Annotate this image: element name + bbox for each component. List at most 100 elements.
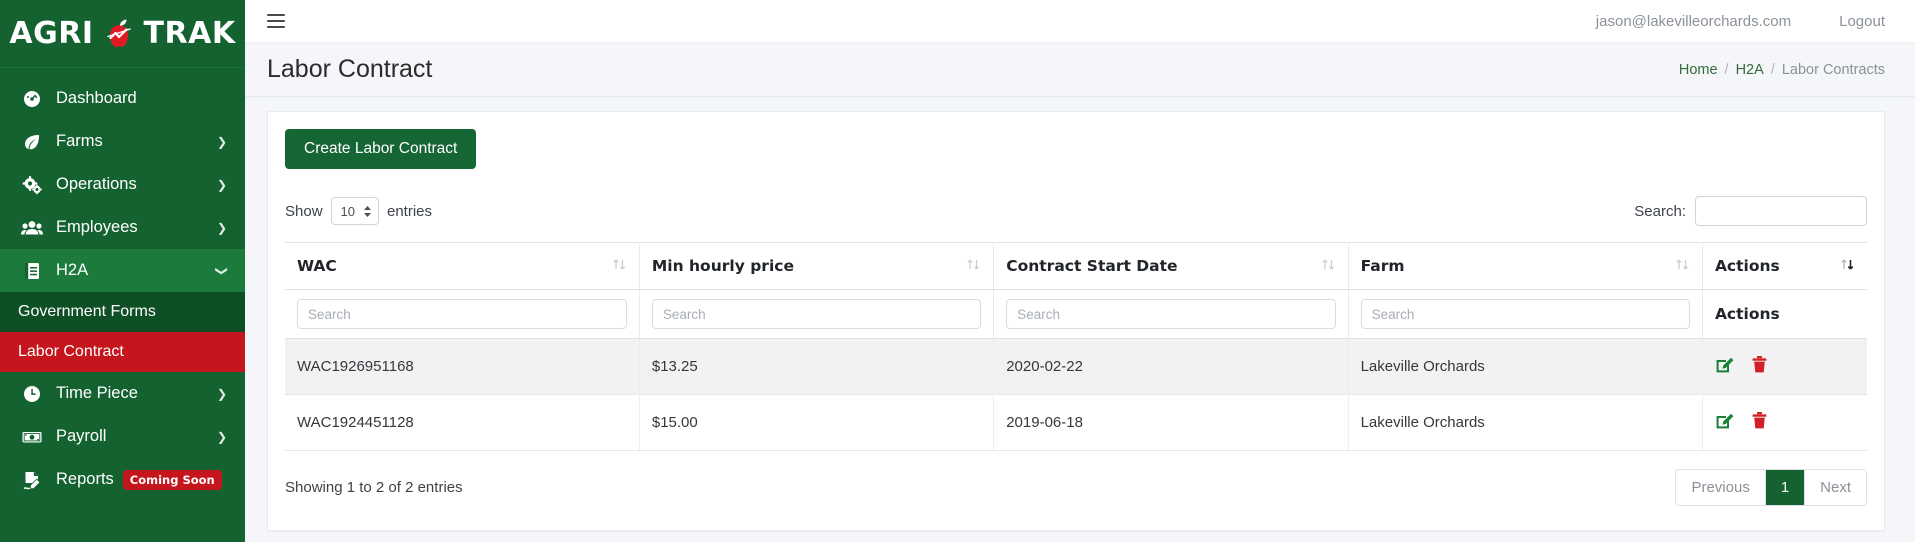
sidebar-item-label: Dashboard (56, 89, 137, 107)
brand-text: AGRI TRAK (9, 16, 235, 52)
sidebar-item-label: Time Piece (56, 384, 138, 402)
sidebar-subitem-labor-contract[interactable]: Labor Contract (0, 332, 245, 372)
main-area: jason@lakevilleorchards.com Logout Labor… (245, 0, 1915, 542)
sidebar-subitem-label: Labor Contract (18, 343, 124, 360)
filter-input-min-hourly-price[interactable] (651, 299, 982, 329)
pagination-next[interactable]: Next (1805, 470, 1866, 505)
page-length-select[interactable]: 10 (330, 197, 379, 225)
filter-input-wac[interactable] (297, 299, 627, 329)
chevron-right-icon: ❯ (216, 220, 227, 235)
breadcrumb-separator: / (1724, 61, 1729, 78)
filter-cell-contract-start-date (993, 289, 1349, 339)
leaf-icon (18, 132, 46, 152)
search-label: Search: (1634, 202, 1686, 220)
pagination-page-1[interactable]: 1 (1765, 470, 1806, 505)
clock-icon (18, 384, 46, 404)
sidebar-item-label: H2A (56, 261, 89, 279)
sidebar-item-h2a[interactable]: H2A ❯ (0, 249, 245, 292)
chevron-down-icon: ❯ (214, 265, 229, 276)
breadcrumb-h2a[interactable]: H2A (1736, 62, 1764, 78)
sidebar-item-reports[interactable]: Reports Coming Soon (0, 458, 245, 501)
logout-link[interactable]: Logout (1839, 13, 1885, 30)
sidebar-item-label: Farms (56, 132, 103, 150)
cell-contract-start-date: 2019-06-18 (993, 394, 1349, 451)
breadcrumb: Home / H2A / Labor Contracts (1679, 62, 1885, 78)
table-controls: Show 10 entries Search: (285, 196, 1867, 226)
cell-contract-start-date: 2020-02-22 (993, 338, 1349, 395)
filter-cell-min-hourly-price (639, 289, 995, 339)
column-header-farm[interactable]: Farm (1348, 242, 1703, 290)
filter-cell-wac (285, 289, 640, 339)
file-signature-icon (18, 470, 46, 490)
pagination: Previous 1 Next (1675, 469, 1867, 506)
filter-input-contract-start-date[interactable] (1006, 299, 1336, 329)
page-title: Labor Contract (267, 55, 433, 83)
breadcrumb-home[interactable]: Home (1679, 62, 1718, 78)
topbar-right: jason@lakevilleorchards.com Logout (1596, 13, 1885, 30)
column-label: Contract Start Date (1006, 257, 1178, 275)
create-labor-contract-button[interactable]: Create Labor Contract (285, 129, 477, 169)
page-length-value: 10 (340, 203, 355, 219)
sidebar-item-payroll[interactable]: Payroll ❯ (0, 415, 245, 458)
table-info: Showing 1 to 2 of 2 entries (285, 479, 463, 496)
book-icon (18, 261, 46, 281)
breadcrumb-current: Labor Contracts (1781, 61, 1885, 78)
money-bill-icon (18, 427, 46, 447)
cell-farm: Lakeville Orchards (1348, 394, 1703, 451)
sidebar: AGRI TRAK Dashboard Farms ❯ Operations ❯… (0, 0, 245, 542)
chevron-right-icon: ❯ (216, 134, 227, 149)
cell-min-hourly-price: $15.00 (639, 394, 995, 451)
trash-icon[interactable] (1751, 355, 1768, 378)
sidebar-item-farms[interactable]: Farms ❯ (0, 120, 245, 163)
filter-actions-label: Actions (1714, 304, 1780, 323)
table-head: WAC Min hourly price Contract Start Date… (285, 242, 1867, 339)
labor-contracts-table: WAC Min hourly price Contract Start Date… (285, 242, 1867, 451)
page-header: Labor Contract Home / H2A / Labor Contra… (245, 43, 1915, 97)
brand-logo[interactable]: AGRI TRAK (0, 0, 245, 68)
sidebar-item-employees[interactable]: Employees ❯ (0, 206, 245, 249)
pagination-previous[interactable]: Previous (1676, 470, 1766, 505)
column-header-contract-start-date[interactable]: Contract Start Date (993, 242, 1349, 290)
column-header-min-hourly-price[interactable]: Min hourly price (639, 242, 995, 290)
brand-name-agri: AGRI (9, 16, 94, 51)
content-area: Create Labor Contract Show 10 entries Se… (245, 97, 1915, 542)
sidebar-item-operations[interactable]: Operations ❯ (0, 163, 245, 206)
column-label: Min hourly price (651, 257, 794, 275)
column-header-wac[interactable]: WAC (285, 242, 640, 290)
sort-icon-descending (1840, 258, 1855, 275)
cell-wac: WAC1924451128 (285, 394, 640, 451)
table-row[interactable]: WAC1926951168 $13.25 2020-02-22 Lakevill… (285, 338, 1867, 395)
edit-pencil-icon[interactable] (1715, 355, 1734, 378)
trash-icon[interactable] (1751, 411, 1768, 434)
table-footer: Showing 1 to 2 of 2 entries Previous 1 N… (285, 469, 1867, 506)
filter-input-farm[interactable] (1360, 299, 1690, 329)
entries-length-control: Show 10 entries (285, 197, 432, 225)
gears-icon (18, 175, 46, 195)
edit-pencil-icon[interactable] (1715, 411, 1734, 434)
table-row[interactable]: WAC1924451128 $15.00 2019-06-18 Lakevill… (285, 394, 1867, 451)
sidebar-subitem-government-forms[interactable]: Government Forms (0, 292, 245, 332)
labor-contract-card: Create Labor Contract Show 10 entries Se… (267, 111, 1885, 531)
table-header-row: WAC Min hourly price Contract Start Date… (285, 242, 1867, 290)
chevron-right-icon: ❯ (216, 429, 227, 444)
cell-wac: WAC1926951168 (285, 338, 640, 395)
column-header-actions[interactable]: Actions (1702, 242, 1867, 290)
filter-cell-actions: Actions (1702, 289, 1867, 339)
filter-cell-farm (1348, 289, 1703, 339)
tachometer-icon (18, 89, 46, 109)
cell-farm: Lakeville Orchards (1348, 338, 1703, 395)
sidebar-nav: Dashboard Farms ❯ Operations ❯ Employees… (0, 68, 245, 501)
users-icon (18, 218, 46, 238)
user-email[interactable]: jason@lakevilleorchards.com (1596, 13, 1791, 30)
sidebar-item-dashboard[interactable]: Dashboard (0, 77, 245, 120)
sidebar-item-time-piece[interactable]: Time Piece ❯ (0, 372, 245, 415)
cell-actions (1702, 338, 1867, 395)
hamburger-icon[interactable] (267, 14, 285, 28)
sidebar-subitem-label: Government Forms (18, 303, 156, 320)
cell-actions (1702, 394, 1867, 451)
column-label: WAC (297, 257, 337, 275)
global-search-input[interactable] (1695, 196, 1867, 226)
breadcrumb-separator: / (1770, 61, 1775, 78)
coming-soon-badge: Coming Soon (122, 469, 222, 490)
sort-icon (612, 258, 627, 275)
